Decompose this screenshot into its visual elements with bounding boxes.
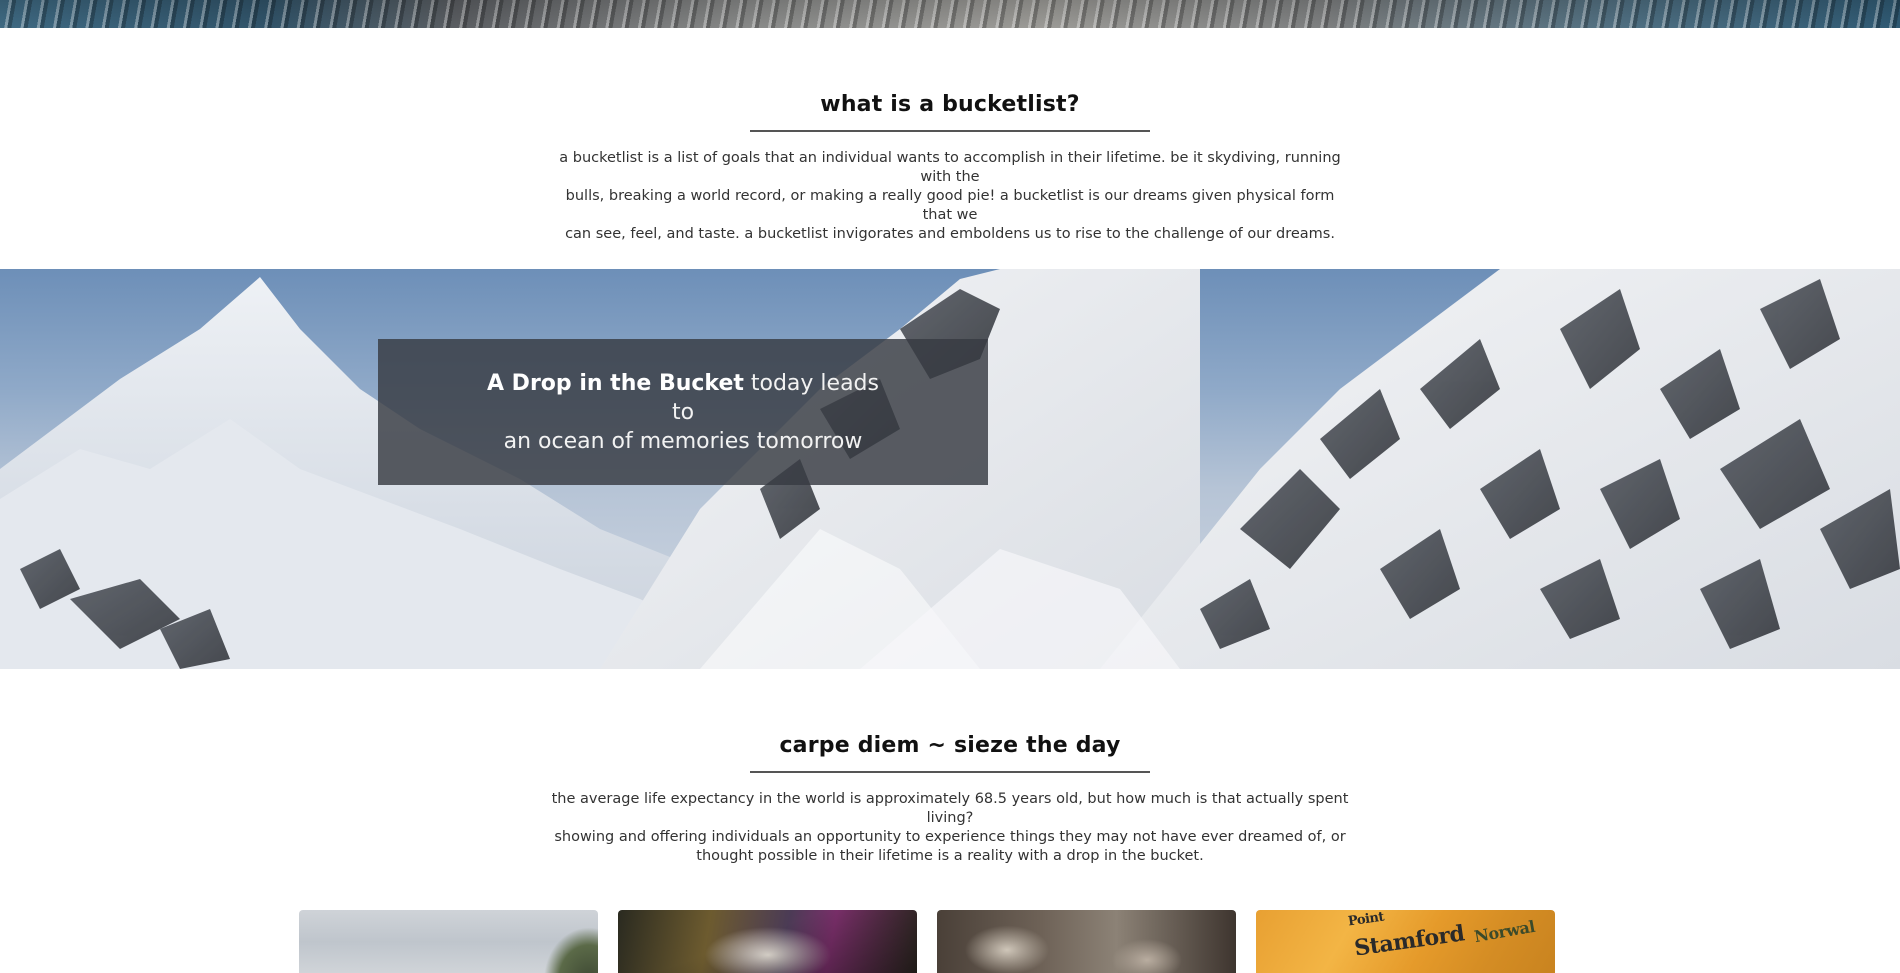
card-image-sky-trees[interactable] [299, 910, 598, 973]
section-body-line: can see, feel, and taste. a bucketlist i… [565, 226, 1335, 242]
card-row: Point Stamford Norwal [299, 910, 1555, 973]
card-image-photos[interactable] [618, 910, 917, 973]
quote-box: A Drop in the Bucket today leads to an o… [378, 339, 988, 485]
hero-image [0, 0, 1900, 28]
section-body: a bucketlist is a list of goals that an … [550, 149, 1350, 244]
map-label: Stamford [1352, 920, 1466, 962]
map-label: Norwal [1472, 916, 1537, 947]
section-body-line: thought possible in their lifetime is a … [696, 848, 1204, 864]
quote-brand: A Drop in the Bucket [487, 370, 744, 396]
quote-rest-line-2: an ocean of memories tomorrow [503, 428, 863, 454]
card-image-camera[interactable] [937, 910, 1236, 973]
section-body-line: a bucketlist is a list of goals that an … [559, 150, 1341, 185]
mountain-banner: A Drop in the Bucket today leads to an o… [0, 269, 1900, 669]
section-body-line: the average life expectancy in the world… [551, 791, 1349, 826]
section-title: what is a bucketlist? [820, 92, 1080, 117]
section-body: the average life expectancy in the world… [550, 790, 1350, 866]
card-image-map[interactable]: Point Stamford Norwal [1256, 910, 1555, 973]
section-divider [750, 771, 1150, 773]
section-divider [750, 130, 1150, 132]
section-body-line: bulls, breaking a world record, or makin… [565, 188, 1335, 223]
section-body-line: showing and offering individuals an oppo… [554, 829, 1346, 845]
section-title: carpe diem ~ sieze the day [779, 733, 1121, 758]
quote-text: A Drop in the Bucket today leads to an o… [473, 369, 893, 456]
map-label: Point [1347, 910, 1385, 930]
section-what-is-bucketlist: what is a bucketlist? a bucketlist is a … [0, 88, 1900, 244]
section-carpe-diem: carpe diem ~ sieze the day the average l… [0, 729, 1900, 866]
page: what is a bucketlist? a bucketlist is a … [0, 0, 1900, 973]
